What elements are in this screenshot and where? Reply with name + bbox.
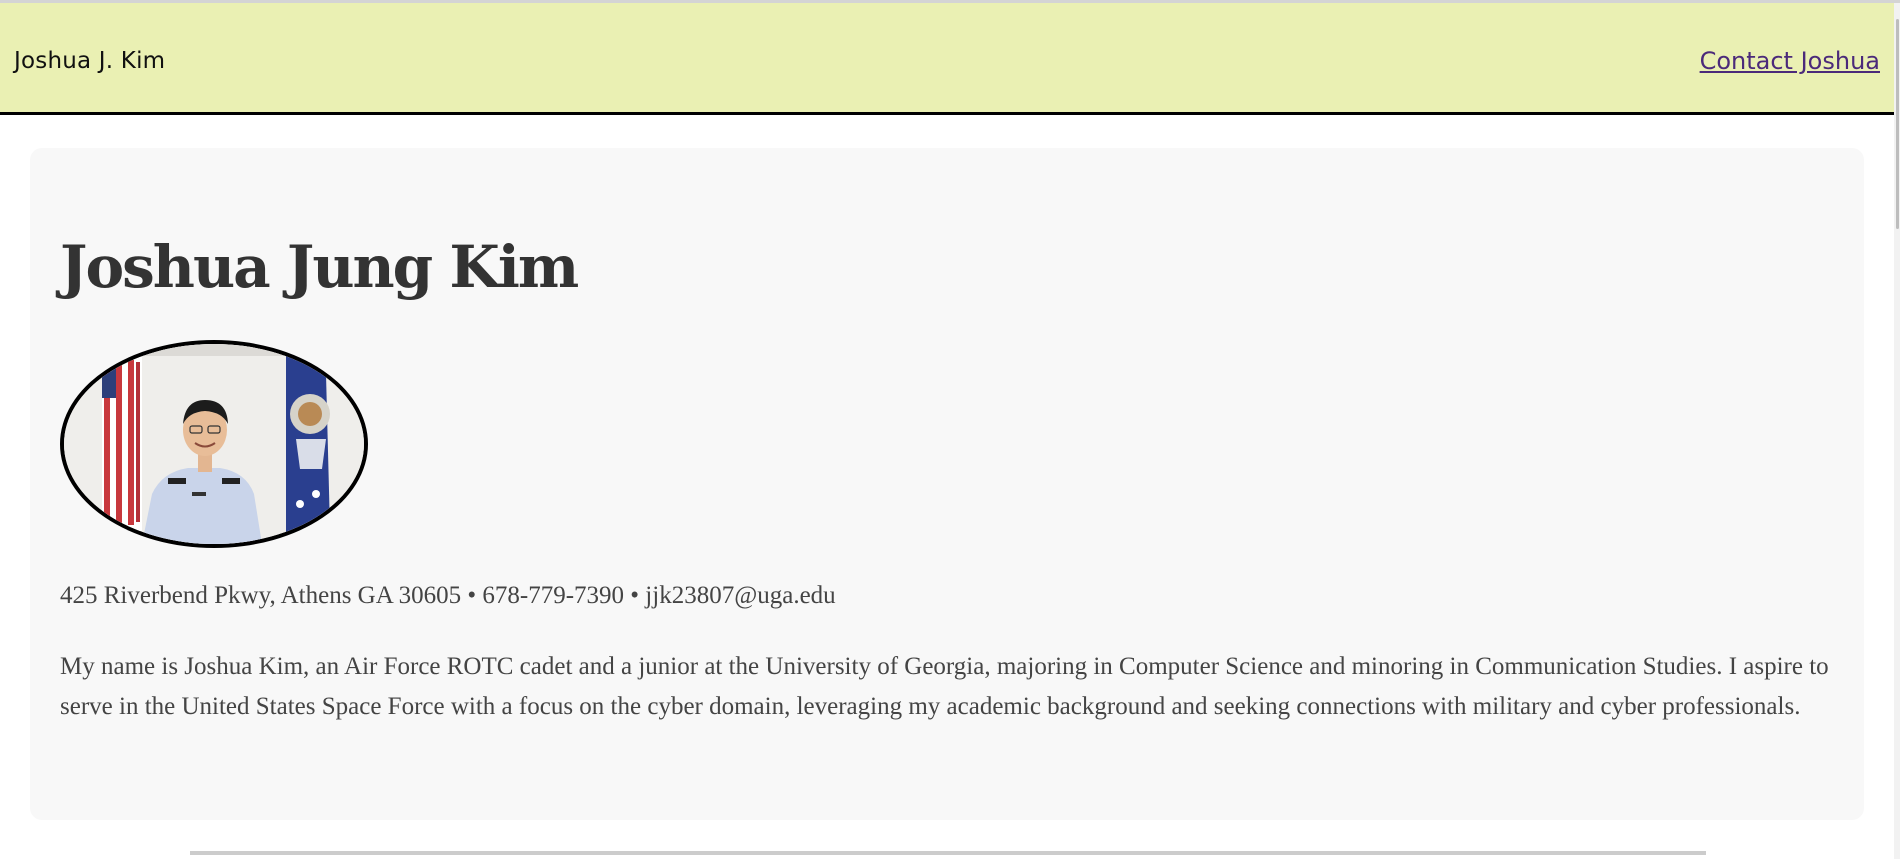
contact-link[interactable]: Contact Joshua	[1700, 47, 1880, 75]
section-divider	[190, 851, 1706, 855]
profile-photo-image	[64, 344, 364, 544]
bio-paragraph: My name is Joshua Kim, an Air Force ROTC…	[60, 653, 1829, 720]
profile-card: Joshua Jung Kim 425 Riverbend Pkwy, Athe…	[30, 148, 1864, 820]
top-navbar: Joshua J. Kim Contact Joshua	[0, 3, 1894, 115]
us-flag-icon	[102, 354, 142, 531]
contact-info: 425 Riverbend Pkwy, Athens GA 30605 • 67…	[60, 582, 836, 609]
page: Joshua J. Kim Contact Joshua Joshua Jung…	[0, 0, 1900, 859]
scrollbar-thumb[interactable]	[1896, 19, 1899, 229]
scrollbar[interactable]	[1894, 3, 1900, 859]
site-brand: Joshua J. Kim	[14, 48, 166, 74]
air-force-flag-icon	[286, 352, 330, 534]
page-title: Joshua Jung Kim	[60, 233, 579, 301]
profile-photo	[60, 340, 368, 548]
